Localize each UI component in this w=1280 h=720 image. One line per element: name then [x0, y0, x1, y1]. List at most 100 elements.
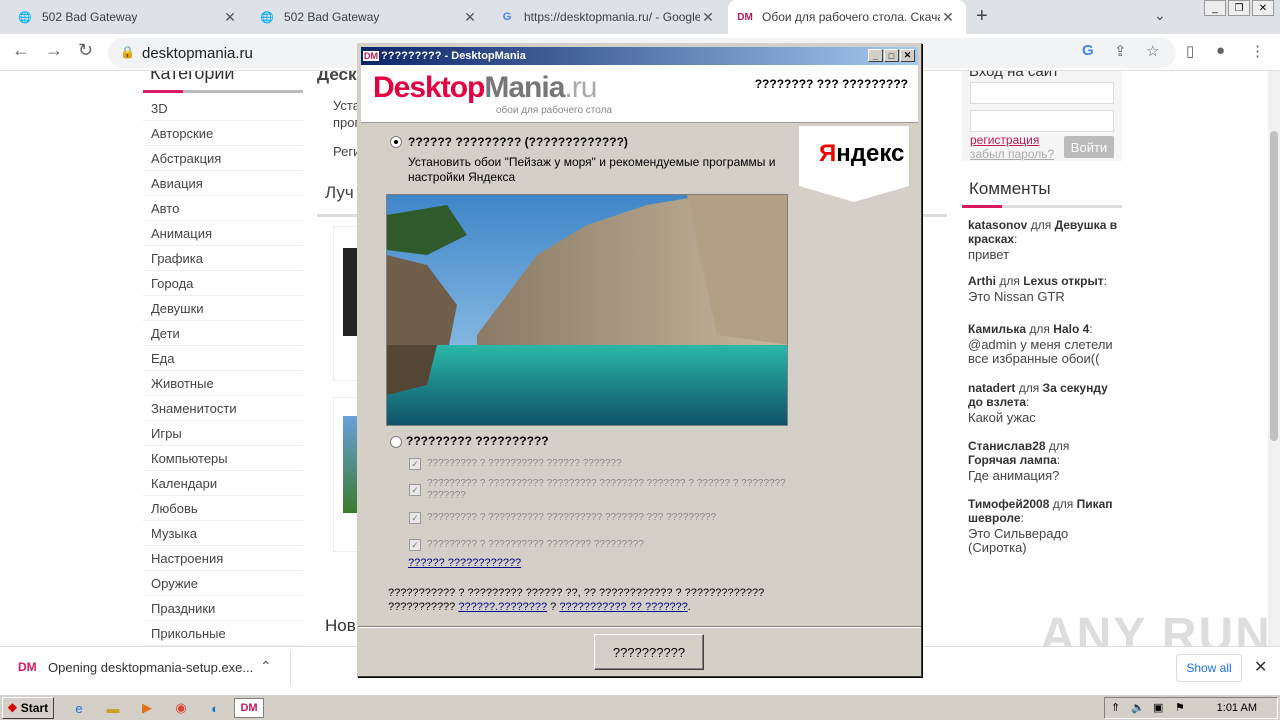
comment-target[interactable]: Горячая лампа: [968, 453, 1057, 467]
category-item[interactable]: Дети: [143, 321, 303, 346]
category-item[interactable]: Настроения: [143, 546, 303, 571]
share-icon[interactable]: ⇪: [1114, 42, 1127, 60]
comment-text: Где анимация?: [968, 468, 1060, 483]
license-text: ??????????? ? ????????? ?????? ??, ?? ??…: [388, 587, 765, 613]
profile-icon[interactable]: ●: [1216, 42, 1225, 59]
close-button[interactable]: ✕: [1252, 0, 1274, 16]
option-custom-install-label[interactable]: ????????? ??????????: [406, 434, 549, 448]
show-all-button[interactable]: Show all: [1176, 654, 1242, 682]
privacy-link[interactable]: ??????????? ?? ???????: [559, 601, 687, 613]
comments-title: Комменты: [969, 179, 1051, 198]
media-player-icon[interactable]: ▶: [136, 698, 158, 718]
bookmark-star-icon[interactable]: ☆: [1146, 42, 1159, 60]
category-item[interactable]: Любовь: [143, 496, 303, 521]
category-item[interactable]: Графика: [143, 246, 303, 271]
tray-arrow-icon[interactable]: ⇑: [1111, 701, 1120, 714]
category-item[interactable]: Праздники: [143, 596, 303, 621]
details-link[interactable]: ?????? ????????????: [408, 557, 521, 569]
comment-target[interactable]: Lexus открыт: [1023, 274, 1103, 288]
forgot-password-link[interactable]: забыл пароль?: [970, 147, 1054, 161]
chevron-up-icon[interactable]: ⌃: [260, 658, 272, 675]
comment-user[interactable]: Станислав28: [968, 439, 1046, 453]
network-icon[interactable]: ▣: [1153, 701, 1163, 714]
download-item-text[interactable]: Opening desktopmania-setup.exe...: [48, 660, 253, 675]
close-icon[interactable]: ✕: [940, 9, 956, 26]
close-button[interactable]: ✕: [900, 49, 915, 62]
category-item[interactable]: Девушки: [143, 296, 303, 321]
comment-item: katasonov для Девушка в красках: привет: [968, 218, 1120, 262]
maximize-button[interactable]: □: [884, 49, 899, 62]
globe-icon: 🌐: [18, 11, 32, 24]
scrollbar[interactable]: [1268, 71, 1280, 646]
new-tab-button[interactable]: +: [976, 5, 988, 28]
category-item[interactable]: Знаменитости: [143, 396, 303, 421]
reload-icon[interactable]: ↻: [78, 40, 93, 61]
option-full-install-label[interactable]: ?????? ????????? (?????????????): [408, 135, 628, 149]
option-custom-install-radio[interactable]: [390, 436, 402, 448]
category-item[interactable]: Животные: [143, 371, 303, 396]
minimize-button[interactable]: _: [868, 49, 883, 62]
category-item[interactable]: Календари: [143, 471, 303, 496]
category-item[interactable]: Прикольные: [143, 621, 303, 646]
start-button[interactable]: ❖ Start: [2, 697, 54, 719]
option-full-install-radio[interactable]: [390, 136, 402, 148]
tab-4-active[interactable]: DM Обои для рабочего стола. Скачат ✕: [728, 0, 966, 34]
checkbox-1[interactable]: ✓: [409, 458, 421, 470]
license-link[interactable]: ??????.????????: [458, 601, 547, 613]
install-button[interactable]: ??????????: [594, 634, 704, 670]
category-item[interactable]: Еда: [143, 346, 303, 371]
login-button[interactable]: Войти: [1064, 136, 1114, 158]
register-link[interactable]: регистрация: [970, 133, 1039, 147]
desktopmania-task-button[interactable]: DM: [234, 698, 264, 718]
checkbox-4[interactable]: ✓: [409, 539, 421, 551]
flag-icon[interactable]: ⚑: [1175, 701, 1185, 714]
tab-2[interactable]: 🌐 502 Bad Gateway ✕: [250, 0, 488, 34]
login-input[interactable]: [970, 82, 1114, 104]
windows-logo-icon: ❖: [7, 701, 18, 715]
category-item[interactable]: Абстракция: [143, 146, 303, 171]
comment-user[interactable]: katasonov: [968, 218, 1027, 232]
comment-user[interactable]: Камилька: [968, 322, 1026, 336]
comment-target[interactable]: Halo 4: [1053, 322, 1089, 336]
close-icon[interactable]: ✕: [222, 9, 238, 26]
forward-arrow-icon[interactable]: →: [45, 40, 63, 61]
category-item[interactable]: Игры: [143, 421, 303, 446]
close-icon[interactable]: ✕: [1254, 657, 1267, 677]
side-panel-icon[interactable]: ▯: [1186, 42, 1194, 60]
chevron-down-icon[interactable]: ⌄: [1154, 7, 1166, 24]
tab-1[interactable]: 🌐 502 Bad Gateway ✕: [8, 0, 248, 34]
ie-icon[interactable]: e: [68, 698, 90, 718]
scrollbar-thumb[interactable]: [1270, 131, 1278, 441]
category-item[interactable]: Анимация: [143, 221, 303, 246]
category-item[interactable]: Авто: [143, 196, 303, 221]
comment-user[interactable]: Тимофей2008: [968, 497, 1049, 511]
checkbox-3[interactable]: ✓: [409, 512, 421, 524]
chrome-icon[interactable]: ◉: [170, 698, 192, 718]
back-arrow-icon[interactable]: ←: [12, 40, 30, 61]
comment-user[interactable]: natadert: [968, 381, 1015, 395]
folder-icon[interactable]: ▬: [102, 698, 124, 718]
edge-icon[interactable]: ◐: [204, 698, 226, 718]
menu-icon[interactable]: ⋮: [1250, 42, 1265, 60]
category-item[interactable]: Оружие: [143, 571, 303, 596]
minimize-button[interactable]: _: [1204, 0, 1226, 16]
password-input[interactable]: [970, 110, 1114, 132]
desktopmania-logo: DesktopMania.ru: [373, 71, 597, 104]
category-item[interactable]: Города: [143, 271, 303, 296]
checkbox-1-label: ????????? ? ?????????? ?????? ???????: [427, 458, 622, 469]
comment-user[interactable]: Arthi: [968, 274, 996, 288]
category-item[interactable]: Авторские: [143, 121, 303, 146]
category-item[interactable]: Музыка: [143, 521, 303, 546]
speaker-icon[interactable]: 🔈: [1131, 701, 1145, 714]
dialog-titlebar[interactable]: DM ????????? - DesktopMania _ □ ✕: [361, 47, 918, 65]
google-lens-icon[interactable]: G: [1082, 42, 1094, 59]
checkbox-2[interactable]: ✓: [409, 484, 421, 496]
comment-item: Arthi для Lexus открыт: Это Nissan GTR: [968, 274, 1120, 304]
tab-3[interactable]: G https://desktopmania.ru/ - Google S ✕: [490, 0, 726, 34]
restore-button[interactable]: ❐: [1228, 0, 1250, 16]
category-item[interactable]: Компьютеры: [143, 446, 303, 471]
close-icon[interactable]: ✕: [462, 9, 478, 26]
close-icon[interactable]: ✕: [700, 9, 716, 26]
category-item[interactable]: Авиация: [143, 171, 303, 196]
category-item[interactable]: 3D: [143, 96, 303, 121]
